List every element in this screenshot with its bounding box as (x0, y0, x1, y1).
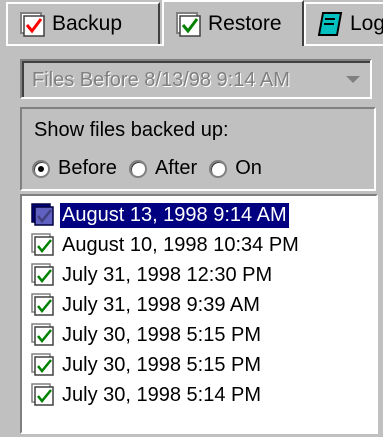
list-item[interactable]: July 30, 1998 5:15 PM (30, 350, 263, 380)
list-item[interactable]: July 31, 1998 9:39 AM (30, 290, 262, 320)
list-item[interactable]: July 31, 1998 12:30 PM (30, 260, 274, 290)
backup-set-dropdown[interactable]: Files Before 8/13/98 9:14 AM (20, 59, 372, 99)
backup-checkbox-icon (20, 12, 45, 37)
radio-before-indicator[interactable] (32, 159, 50, 178)
tab-log[interactable]: Log (304, 2, 383, 44)
filter-title: Show files backed up: (34, 119, 229, 141)
tab-log-label: Log (350, 12, 383, 35)
checkbox-icon[interactable] (30, 322, 56, 348)
tab-backup-label: Backup (52, 12, 123, 35)
list-item[interactable]: August 13, 1998 9:14 AM (30, 200, 290, 230)
radio-on-indicator[interactable] (209, 159, 228, 178)
tab-restore[interactable]: Restore (162, 0, 304, 46)
radio-before-label: Before (58, 157, 117, 179)
log-book-icon (317, 12, 343, 36)
checkbox-icon[interactable] (30, 262, 56, 288)
radio-after-indicator[interactable] (128, 159, 147, 178)
checkbox-icon[interactable] (30, 202, 56, 228)
radio-after-label: After (154, 157, 198, 179)
checkbox-icon[interactable] (30, 352, 56, 378)
checkbox-icon[interactable] (30, 292, 56, 318)
list-item[interactable]: August 10, 1998 10:34 PM (30, 230, 301, 260)
backup-list[interactable]: August 13, 1998 9:14 AM August 10, 1998 … (20, 194, 378, 434)
tab-backup[interactable]: Backup (6, 2, 160, 44)
dropdown-value: Files Before 8/13/98 9:14 AM (32, 69, 290, 91)
radio-on[interactable]: On (209, 157, 262, 180)
radio-after[interactable]: After (128, 157, 198, 180)
radio-before[interactable]: Before (32, 157, 117, 180)
list-item[interactable]: July 30, 1998 5:15 PM (30, 320, 263, 350)
checkbox-icon[interactable] (30, 382, 56, 408)
filter-options: Before After On (32, 157, 274, 180)
list-item[interactable]: July 30, 1998 5:14 PM (30, 380, 263, 410)
checkbox-icon[interactable] (30, 232, 56, 258)
restore-checkbox-icon (176, 12, 201, 37)
tab-restore-label: Restore (208, 12, 282, 35)
filter-group: Show files backed up: Before After On (20, 107, 376, 191)
radio-on-label: On (235, 157, 262, 179)
dropdown-arrow-icon[interactable] (346, 76, 360, 83)
